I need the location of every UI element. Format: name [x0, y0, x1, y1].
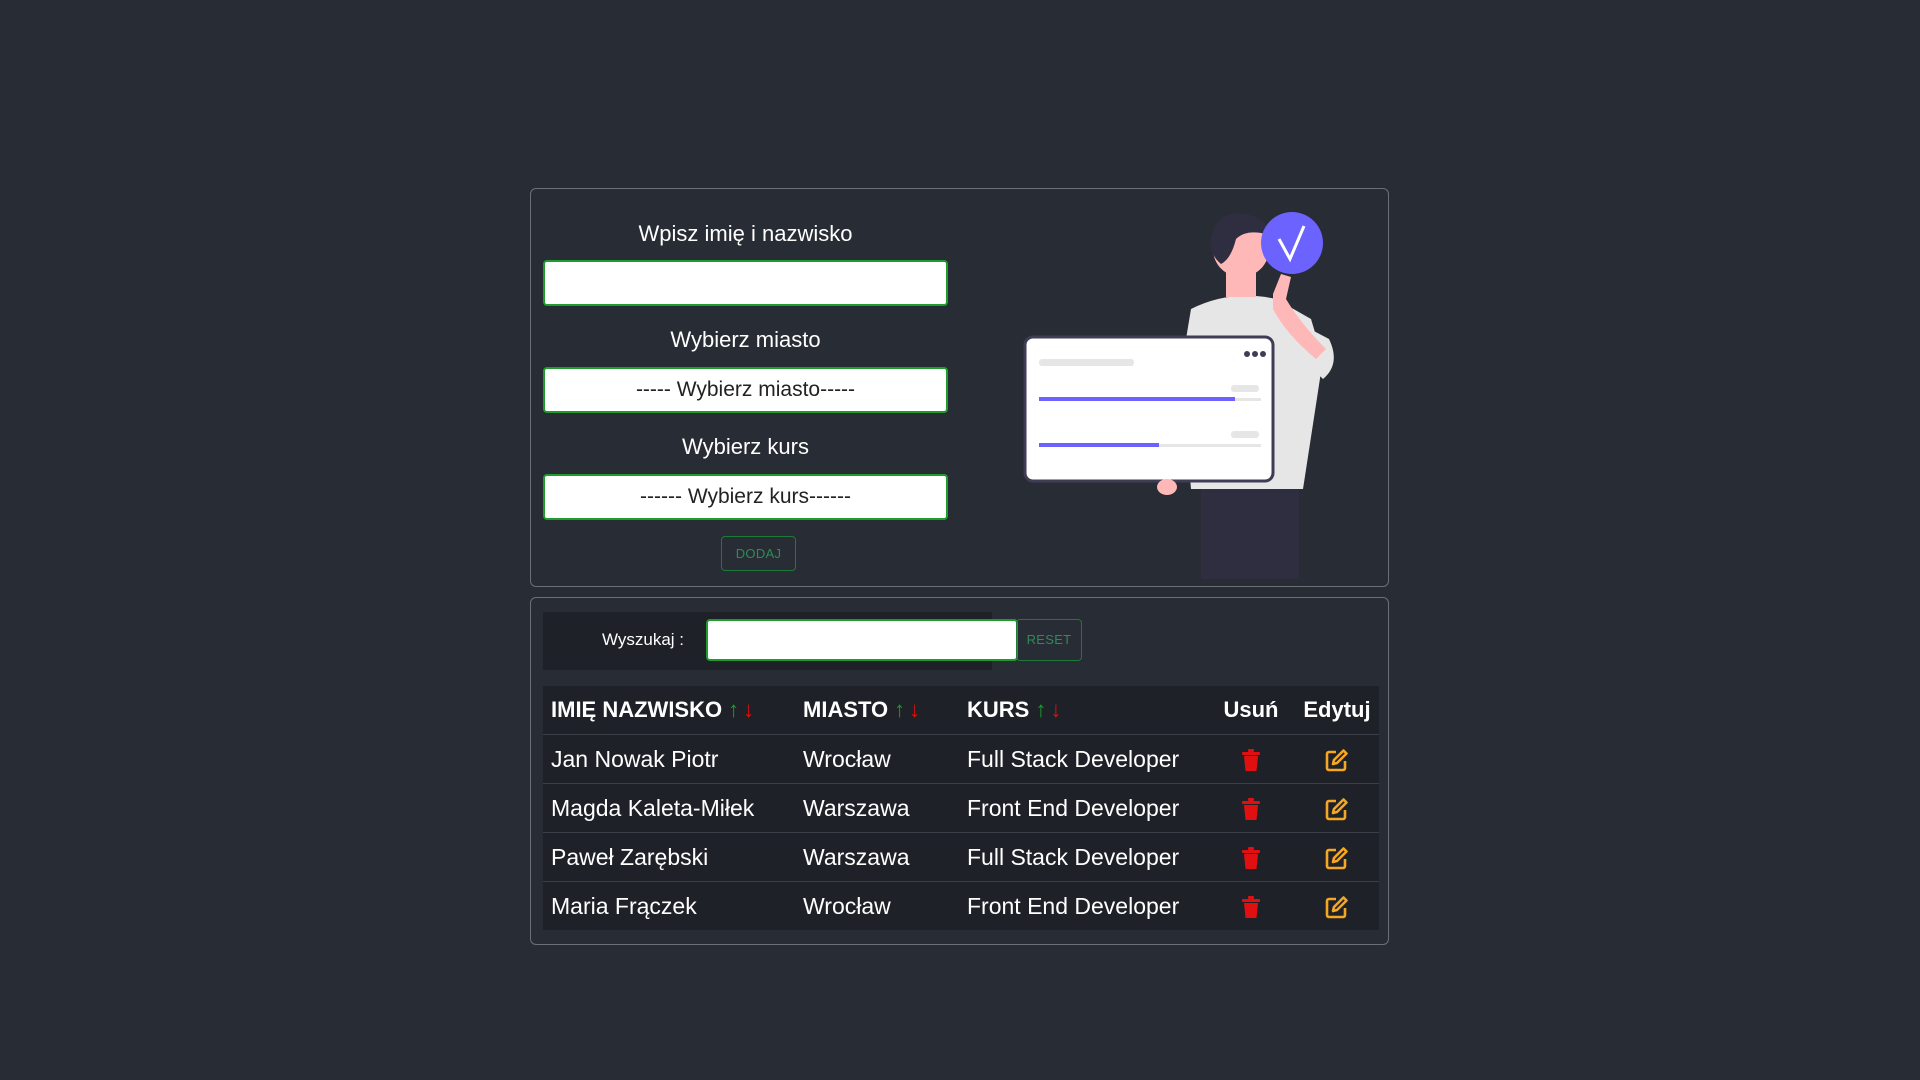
edit-icon[interactable]: [1325, 748, 1349, 772]
cell-course: Full Stack Developer: [959, 832, 1207, 882]
students-table: IMIĘ NAZWISKO ↑ ↓ MIASTO ↑ ↓ KURS ↑ ↓ Usuń Edy…: [543, 686, 1379, 930]
cell-course: Full Stack Developer: [959, 734, 1207, 784]
cell-edit: [1295, 832, 1379, 882]
sort-up-arrow-icon[interactable]: ↑: [894, 697, 905, 722]
city-label: Wybierz miasto: [670, 327, 821, 352]
cell-name: Magda Kaleta-Miłek: [543, 783, 795, 833]
trash-icon[interactable]: [1241, 895, 1261, 919]
sort-down-arrow-icon[interactable]: ↓: [743, 697, 754, 722]
trash-icon[interactable]: [1241, 797, 1261, 821]
name-input[interactable]: [543, 260, 948, 306]
table-row: Maria Frączek Wrocław Front End Develope…: [543, 881, 1379, 930]
cell-city: Wrocław: [795, 881, 959, 930]
search-label: Wyszukaj :: [602, 630, 685, 649]
cell-name: Paweł Zarębski: [543, 832, 795, 882]
course-select[interactable]: ------ Wybierz kurs------: [543, 474, 948, 520]
cell-name: Maria Frączek: [543, 881, 795, 930]
header-course: KURS ↑ ↓: [959, 686, 1207, 735]
header-name: IMIĘ NAZWISKO ↑ ↓: [543, 686, 795, 735]
header-delete: Usuń: [1223, 697, 1279, 722]
sort-up-arrow-icon[interactable]: ↑: [728, 697, 739, 722]
header-city-label: MIASTO: [803, 697, 889, 722]
city-select[interactable]: ----- Wybierz miasto-----: [543, 367, 948, 413]
edit-icon[interactable]: [1325, 846, 1349, 870]
students-list-panel: Wyszukaj : RESET IMIĘ NAZWISKO ↑ ↓ MIASTO ↑…: [530, 597, 1389, 945]
course-label: Wybierz kurs: [682, 434, 809, 459]
cell-delete: [1207, 734, 1295, 784]
cell-name: Jan Nowak Piotr: [543, 734, 795, 784]
edit-icon[interactable]: [1325, 895, 1349, 919]
name-label: Wpisz imię i nazwisko: [638, 221, 853, 246]
cell-edit: [1295, 783, 1379, 833]
table-header-row: IMIĘ NAZWISKO ↑ ↓ MIASTO ↑ ↓ KURS ↑ ↓ Usuń Edy…: [543, 686, 1379, 735]
cell-delete: [1207, 832, 1295, 882]
add-student-panel: Wpisz imię i nazwisko Wybierz miasto ---…: [530, 188, 1389, 587]
trash-icon[interactable]: [1241, 748, 1261, 772]
table-row: Paweł Zarębski Warszawa Full Stack Devel…: [543, 832, 1379, 882]
table-body: Jan Nowak Piotr Wrocław Full Stack Devel…: [543, 734, 1379, 930]
cell-city: Warszawa: [795, 832, 959, 882]
header-edit: Edytuj: [1303, 697, 1371, 722]
cell-delete: [1207, 783, 1295, 833]
cell-delete: [1207, 881, 1295, 930]
reset-button[interactable]: RESET: [1016, 619, 1082, 661]
cell-edit: [1295, 734, 1379, 784]
sort-down-arrow-icon[interactable]: ↓: [909, 697, 920, 722]
add-button[interactable]: DODAJ: [721, 536, 796, 571]
edit-icon[interactable]: [1325, 797, 1349, 821]
trash-icon[interactable]: [1241, 846, 1261, 870]
search-input[interactable]: [706, 619, 1018, 661]
cell-edit: [1295, 881, 1379, 930]
header-course-label: KURS: [967, 697, 1030, 722]
sort-up-arrow-icon[interactable]: ↑: [1035, 697, 1046, 722]
header-name-label: IMIĘ NAZWISKO: [551, 697, 723, 722]
cell-city: Warszawa: [795, 783, 959, 833]
cell-course: Front End Developer: [959, 881, 1207, 930]
header-city: MIASTO ↑ ↓: [795, 686, 959, 735]
cell-course: Front End Developer: [959, 783, 1207, 833]
search-bar: Wyszukaj :: [543, 612, 1018, 670]
person-with-checkmark-illustration: [1023, 212, 1334, 579]
sort-down-arrow-icon[interactable]: ↓: [1050, 697, 1061, 722]
cell-city: Wrocław: [795, 734, 959, 784]
table-row: Magda Kaleta-Miłek Warszawa Front End De…: [543, 783, 1379, 833]
table-row: Jan Nowak Piotr Wrocław Full Stack Devel…: [543, 734, 1379, 784]
